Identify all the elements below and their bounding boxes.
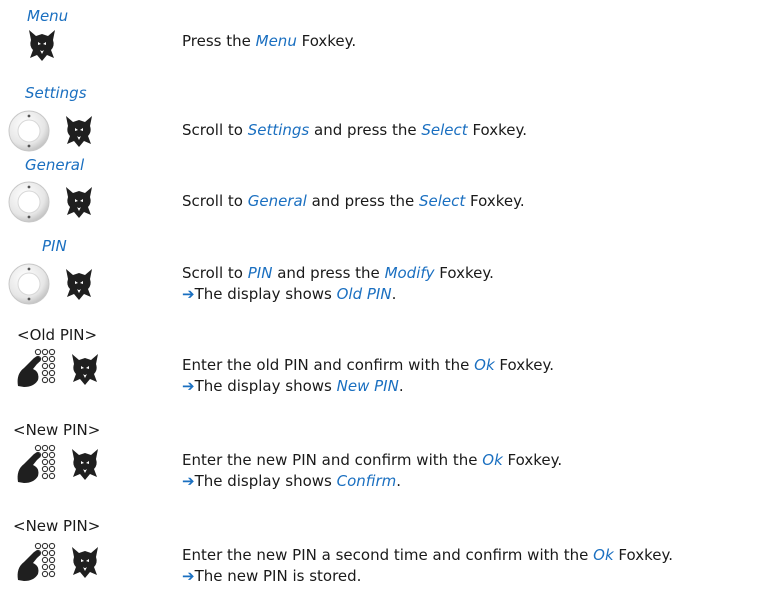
step-key-label: <Old PIN> (17, 326, 98, 344)
step-key-label: <New PIN> (13, 517, 101, 535)
step-key-label: PIN (42, 237, 67, 255)
navigation-key-icon (8, 181, 50, 223)
keypad-icon (17, 444, 56, 483)
navigation-key-icon (8, 263, 50, 305)
fox-icon (29, 30, 55, 61)
step-text: Scroll to Settings and press the Select … (182, 121, 528, 139)
result-arrow-icon: ➔ (182, 377, 195, 395)
keypad-icon (17, 348, 56, 387)
step-text: Scroll to General and press the Select F… (182, 192, 525, 210)
step-text: Enter the old PIN and confirm with the O… (182, 356, 554, 395)
navigation-key-icon (8, 110, 50, 152)
step-key-label: Settings (25, 84, 87, 102)
step-key-label: <New PIN> (13, 421, 101, 439)
step-text: Enter the new PIN a second time and conf… (182, 546, 673, 585)
result-arrow-icon: ➔ (182, 285, 195, 303)
step-text: Enter the new PIN and confirm with the O… (182, 451, 563, 490)
fox-icon (66, 116, 92, 147)
fox-icon (72, 449, 98, 480)
keypad-icon (17, 542, 56, 581)
fox-icon (66, 269, 92, 300)
step-key-label: General (25, 156, 85, 174)
fox-icon (72, 547, 98, 578)
step-key-label: Menu (27, 7, 69, 25)
fox-icon (66, 187, 92, 218)
result-arrow-icon: ➔ (182, 472, 195, 490)
fox-icon (72, 354, 98, 385)
step-text: Scroll to PIN and press the Modify Foxke… (182, 264, 494, 303)
result-arrow-icon: ➔ (182, 567, 195, 585)
step-text: Press the Menu Foxkey. (182, 32, 357, 50)
